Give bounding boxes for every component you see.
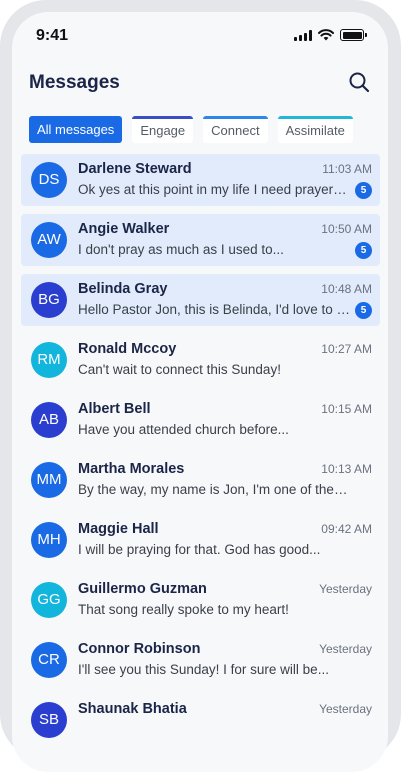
wifi-icon (318, 29, 334, 41)
filter-engage[interactable]: Engage (132, 116, 194, 143)
message-row[interactable]: RM Ronald Mccoy 10:27 AM Can't wait to c… (21, 334, 380, 386)
contact-name: Albert Bell (78, 401, 151, 417)
message-time: Yesterday (319, 582, 372, 596)
message-preview: That song really spoke to my heart! (78, 602, 289, 617)
signal-icon (294, 29, 312, 41)
message-preview: By the way, my name is Jon, I'm one of t… (78, 482, 350, 497)
message-row[interactable]: DS Darlene Steward 11:03 AM Ok yes at th… (21, 154, 380, 206)
contact-name: Belinda Gray (78, 281, 168, 297)
avatar: RM (31, 342, 67, 378)
unread-badge: 5 (355, 182, 372, 199)
message-time: 10:27 AM (321, 342, 372, 356)
contact-name: Guillermo Guzman (78, 581, 207, 597)
avatar: MM (31, 462, 67, 498)
message-list: DS Darlene Steward 11:03 AM Ok yes at th… (21, 154, 380, 754)
avatar: AB (31, 402, 67, 438)
message-time: 10:50 AM (321, 222, 372, 236)
avatar: CR (31, 642, 67, 678)
phone-frame: 9:41 Messages All messages Engage Connec… (0, 0, 401, 772)
filter-tabs: All messages Engage Connect Assimilate (29, 116, 353, 143)
contact-name: Shaunak Bhatia (78, 701, 187, 717)
message-time: Yesterday (319, 642, 372, 656)
unread-badge: 5 (355, 302, 372, 319)
message-row[interactable]: MH Maggie Hall 09:42 AM I will be prayin… (21, 514, 380, 566)
message-row[interactable]: SB Shaunak Bhatia Yesterday (21, 694, 380, 746)
contact-name: Connor Robinson (78, 641, 201, 657)
message-row[interactable]: CR Connor Robinson Yesterday I'll see yo… (21, 634, 380, 686)
avatar: SB (31, 702, 67, 738)
message-preview: Hello Pastor Jon, this is Belinda, I'd l… (78, 302, 350, 317)
message-time: 10:48 AM (321, 282, 372, 296)
page-title: Messages (29, 72, 120, 93)
phone-screen: 9:41 Messages All messages Engage Connec… (12, 12, 388, 772)
filter-connect[interactable]: Connect (203, 116, 268, 143)
message-preview: Ok yes at this point in my life I need p… (78, 182, 350, 197)
message-preview: I will be praying for that. God has good… (78, 542, 321, 557)
search-button[interactable] (347, 70, 371, 94)
search-icon (349, 72, 370, 93)
message-row[interactable]: AW Angie Walker 10:50 AM I don't pray as… (21, 214, 380, 266)
message-time: 11:03 AM (322, 162, 372, 176)
message-row[interactable]: AB Albert Bell 10:15 AM Have you attende… (21, 394, 380, 446)
message-time: 10:13 AM (321, 462, 372, 476)
contact-name: Darlene Steward (78, 161, 192, 177)
avatar: MH (31, 522, 67, 558)
status-icons (294, 29, 367, 41)
message-row[interactable]: GG Guillermo Guzman Yesterday That song … (21, 574, 380, 626)
contact-name: Martha Morales (78, 461, 185, 477)
contact-name: Ronald Mccoy (78, 341, 177, 357)
message-preview: I don't pray as much as I used to... (78, 242, 284, 257)
status-bar: 9:41 (12, 12, 388, 60)
header: Messages (29, 70, 371, 100)
message-preview: Can't wait to connect this Sunday! (78, 362, 281, 377)
filter-assimilate[interactable]: Assimilate (277, 116, 353, 143)
contact-name: Angie Walker (78, 221, 170, 237)
contact-name: Maggie Hall (78, 521, 159, 537)
message-row[interactable]: BG Belinda Gray 10:48 AM Hello Pastor Jo… (21, 274, 380, 326)
avatar: AW (31, 222, 67, 258)
message-row[interactable]: MM Martha Morales 10:13 AM By the way, m… (21, 454, 380, 506)
message-time: Yesterday (319, 702, 372, 716)
battery-icon (340, 29, 367, 41)
message-preview: I'll see you this Sunday! I for sure wil… (78, 662, 329, 677)
status-time: 9:41 (36, 27, 69, 44)
avatar: DS (31, 162, 67, 198)
unread-badge: 5 (355, 242, 372, 259)
filter-all-messages[interactable]: All messages (29, 116, 123, 143)
message-preview: Have you attended church before... (78, 422, 289, 437)
avatar: GG (31, 582, 67, 618)
avatar: BG (31, 282, 67, 318)
message-time: 09:42 AM (321, 522, 372, 536)
message-time: 10:15 AM (321, 402, 372, 416)
